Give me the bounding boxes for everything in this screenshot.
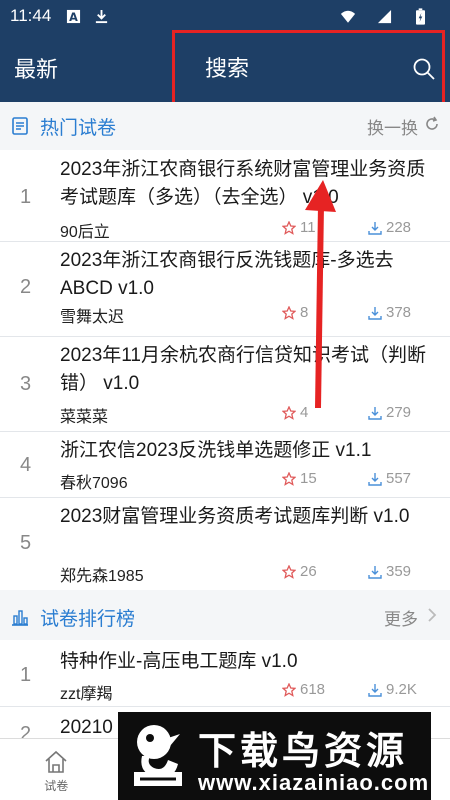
watermark-url: www.xiazainiao.com [198,770,430,795]
star-icon [282,305,296,320]
battery-icon [412,7,428,25]
item-title[interactable]: 2023财富管理业务资质考试题库判断 v1.0 [60,503,440,531]
tab-label[interactable]: 试卷 [44,777,68,794]
more-label[interactable]: 更多 [384,605,418,630]
watermark-banner: 下载鸟资源 www.xiazainiao.com [118,712,431,800]
star-count: 618 [282,681,325,698]
item-author: 春秋7096 [60,475,128,492]
download-icon [368,565,382,579]
item-author: 菜菜菜 [60,409,109,426]
rank-section-title: 试卷排行榜 [40,608,136,630]
download-count: 359 [368,563,411,580]
hot-list: 1 2023年浙江农商银行系统财富管理业务资质考试题库（多选）（去全选） v1.… [0,150,450,590]
download-icon [368,683,382,697]
list-item[interactable]: 5 2023财富管理业务资质考试题库判断 v1.0 郑先森1985 26 359 [0,498,450,590]
download-count: 378 [368,304,411,321]
item-author: 郑先森1985 [60,568,144,585]
list-item[interactable]: 2 2023年浙江农商银行反洗钱题库-多选去ABCD v1.0 雪舞太迟 8 3… [0,242,450,337]
item-rank: 1 [20,186,32,208]
star-count: 8 [282,304,308,321]
star-count: 4 [282,404,308,421]
list-item[interactable]: 4 浙江农信2023反洗钱单选题修正 v1.1 春秋7096 15 557 [0,432,450,498]
star-icon [282,564,296,579]
search-icon[interactable] [412,57,436,81]
refresh-icon[interactable] [424,116,440,137]
item-rank: 2 [20,276,32,298]
star-count: 26 [282,563,317,580]
download-count: 557 [368,470,411,487]
download-icon [368,406,382,420]
signal-icon [376,8,392,24]
download-icon [368,221,382,235]
item-author: 雪舞太迟 [60,309,125,326]
refresh-button[interactable]: 换一换 [367,114,440,139]
rank-section-header: 试卷排行榜 更多 [0,594,450,640]
item-title[interactable]: 2023年浙江农商银行系统财富管理业务资质考试题库（多选）（去全选） v1.0 [60,156,440,212]
wifi-icon [340,8,356,24]
bar-chart-icon [10,607,30,627]
download-count: 279 [368,404,411,421]
star-count: 11 [282,219,316,236]
status-time: 11:44 [10,6,52,25]
item-author: 90后立 [60,224,110,241]
item-rank: 3 [20,373,32,395]
watermark-text: 下载鸟资源 [198,731,409,773]
document-icon [10,116,30,136]
item-title[interactable]: 2023年浙江农商银行反洗钱题库-多选去ABCD v1.0 [60,247,440,303]
search-label[interactable]: 搜索 [205,51,249,83]
list-item[interactable]: 1 2023年浙江农商银行系统财富管理业务资质考试题库（多选）（去全选） v1.… [0,150,450,242]
svg-text:A: A [69,11,78,24]
item-author: zzt摩羯 [60,686,113,703]
download-icon [368,306,382,320]
item-rank: 4 [20,454,32,476]
tab-papers[interactable]: 试卷 [0,739,113,800]
refresh-label[interactable]: 换一换 [367,114,418,139]
list-item[interactable]: 3 2023年11月余杭农商行信贷知识考试（判断错） v1.0 菜菜菜 4 27… [0,337,450,432]
bird-logo-icon [128,720,192,792]
item-rank: 1 [20,664,32,686]
status-bar: 11:44 A [0,0,450,32]
download-status-icon [93,8,109,24]
item-title[interactable]: 2023年11月余杭农商行信贷知识考试（判断错） v1.0 [60,342,440,398]
star-count: 15 [282,470,317,487]
page-title: 最新 [14,57,59,82]
download-icon [368,472,382,486]
app-header: 最新 搜索 [0,30,450,110]
download-count: 228 [368,219,411,236]
download-count: 9.2K [368,681,417,698]
star-icon [282,682,296,697]
keyboard-icon: A [65,8,81,24]
item-title[interactable]: 浙江农信2023反洗钱单选题修正 v1.1 [60,437,440,465]
item-title[interactable]: 特种作业-高压电工题库 v1.0 [60,648,440,676]
hot-section-title: 热门试卷 [40,117,117,139]
home-icon[interactable] [43,749,69,775]
star-icon [282,405,296,420]
list-item[interactable]: 1 特种作业-高压电工题库 v1.0 zzt摩羯 618 9.2K [0,640,450,707]
chevron-right-icon[interactable] [424,607,440,628]
star-icon [282,471,296,486]
search-highlight-box[interactable]: 搜索 [172,30,445,110]
star-icon [282,220,296,235]
item-rank: 2 [20,723,32,738]
more-button[interactable]: 更多 [384,605,440,630]
item-rank: 5 [20,532,32,554]
hot-section-header: 热门试卷 换一换 [0,102,450,150]
